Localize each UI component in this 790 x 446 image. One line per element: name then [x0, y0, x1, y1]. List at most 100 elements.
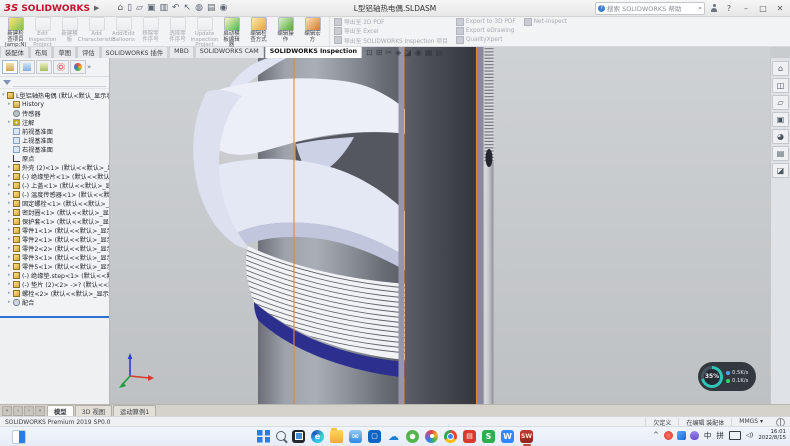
dimxpert-manager-tab[interactable] [53, 60, 69, 74]
sheet-nav-arrow-icon[interactable]: ‹ [13, 406, 23, 416]
tree-item[interactable]: ▸ 保护套<1> (默认<<默认>_显示状 [0, 217, 109, 226]
forum-icon[interactable]: ◪ [772, 163, 789, 178]
appearances-scenes-icon[interactable]: ◕ [772, 129, 789, 144]
view-palette-icon[interactable]: ▣ [772, 112, 789, 127]
touch-keyboard-icon[interactable] [729, 431, 741, 440]
tree-item[interactable]: ▸ 零件2<2> (默认<<默认>_显示状 [0, 244, 109, 253]
file-explorer-button[interactable] [330, 430, 343, 443]
tree-item[interactable]: ▸ 零件3<1> (默认<<默认>_显示状态 [0, 253, 109, 262]
tree-item[interactable]: ▸ (-) 温度传感器<1> (默认<<默认>_ [0, 190, 109, 199]
ribbon-button[interactable]: Add/Edit Balloons [110, 16, 137, 46]
ribbon-button[interactable]: 编辑检 查方式 [245, 16, 272, 46]
tray-blue-icon[interactable] [677, 431, 686, 440]
minimize-button[interactable]: – [740, 4, 752, 13]
export-menu-item[interactable]: Export to 3D PDF [456, 17, 524, 26]
onedrive-button[interactable]: ☁ [387, 430, 400, 443]
command-tab[interactable]: SOLIDWORKS 插件 [101, 46, 168, 58]
tree-item[interactable]: ▸ 固定螺栓<1> (默认<<默认>_显示 [0, 199, 109, 208]
apply-scene-icon[interactable]: ▦ [425, 48, 433, 57]
edge-button[interactable]: e [311, 430, 324, 443]
command-tab[interactable]: 评估 [77, 46, 100, 58]
design-library-icon[interactable]: ◫ [772, 78, 789, 93]
tree-item[interactable]: ▸ 零件2<1> (默认<<默认>_显示状 [0, 235, 109, 244]
options-gear-icon[interactable]: ◉ [219, 3, 227, 13]
app-green-button[interactable] [406, 430, 419, 443]
start-button[interactable] [257, 430, 270, 443]
home-icon[interactable]: ⌂ [772, 61, 789, 76]
search-input[interactable]: ? 搜索 SOLIDWORKS 帮助 ⌕ [595, 2, 705, 15]
chrome-button[interactable] [444, 430, 457, 443]
help-button[interactable]: ? [723, 4, 735, 13]
ime-mode-indicator[interactable]: 拼 [716, 430, 724, 441]
tray-chevron-icon[interactable]: ^ [653, 431, 659, 439]
command-tab[interactable]: 草图 [53, 46, 76, 58]
sheet-nav-arrow-icon[interactable]: » [35, 406, 45, 416]
ribbon-button[interactable]: 新建检 查项目 (amp;N) [2, 16, 29, 46]
home-icon[interactable]: ⌂ [117, 3, 123, 13]
ribbon-button[interactable]: Update Inspection Project [191, 16, 218, 46]
tree-item[interactable]: ▾ L型铝轴热电偶 (默认<默认_显示状态-1 [0, 91, 109, 100]
file-explorer-icon[interactable]: ▱ [772, 95, 789, 110]
tree-item[interactable]: ▸ (-) 垫片 (2)<2> ->? (默认<<默认> [0, 280, 109, 289]
graphics-viewport[interactable]: ⊡⊞✂◈◪◉▦▤ 35% 0.5K/s 0.1K/s [110, 46, 770, 404]
performance-float-widget[interactable]: 35% 0.5K/s 0.1K/s [698, 362, 756, 391]
tree-item[interactable]: ▸ (-) 绝缘垫.step<1> (默认<<默认> [0, 271, 109, 280]
user-account-icon[interactable] [710, 4, 718, 12]
export-menu-item[interactable]: Export eDrawing [456, 26, 524, 35]
filter-funnel-icon[interactable] [3, 80, 11, 85]
sheet-nav-arrow-icon[interactable]: « [2, 406, 12, 416]
rebuild-icon[interactable]: ◍ [195, 3, 203, 13]
ribbon-button[interactable]: 移除零 件序号 [137, 16, 164, 46]
section-view-icon[interactable]: ✂ [385, 48, 392, 57]
ribbon-button[interactable]: 编辑操 作 [272, 16, 299, 46]
export-menu-item[interactable]: 导出至 Excel [334, 26, 456, 35]
view-orientation-icon[interactable]: ◈ [395, 48, 401, 57]
tree-item[interactable]: 前视基准面 [0, 127, 109, 136]
tree-item[interactable]: 上视基准面 [0, 136, 109, 145]
tree-item[interactable]: 传感器 [0, 109, 109, 118]
view-settings-icon[interactable]: ▤ [435, 48, 443, 57]
file-properties-icon[interactable]: ▤ [207, 3, 216, 13]
export-menu-item[interactable]: 导出至 SOLIDWORKS Inspection 项目 [334, 36, 456, 45]
export-menu-item[interactable]: 导出至 2D PDF [334, 17, 456, 26]
zoom-fit-icon[interactable]: ⊡ [366, 48, 373, 57]
model-canvas[interactable] [110, 46, 770, 404]
volume-icon[interactable]: ◁) [746, 431, 754, 439]
display-manager-tab[interactable] [70, 60, 86, 74]
red-book-button[interactable]: ▤ [463, 430, 476, 443]
tree-item[interactable]: ▸ (-) 上盖<1> (默认<<默认>_显示状 [0, 181, 109, 190]
custom-properties-icon[interactable]: ▤ [772, 146, 789, 161]
sheet-nav-arrow-icon[interactable]: › [24, 406, 34, 416]
command-tab[interactable]: SOLIDWORKS Inspection [265, 46, 362, 58]
export-menu-item[interactable]: Net-Inspect [524, 17, 575, 26]
ribbon-button[interactable]: Add Characteristic [83, 16, 110, 46]
s-green-button[interactable]: S [482, 430, 495, 443]
tree-item[interactable]: ▸ 螺栓<2> (默认<<默认>_显示状态 [0, 289, 109, 298]
wps-button[interactable]: W [501, 430, 514, 443]
maximize-button[interactable]: □ [757, 4, 769, 13]
tree-item[interactable]: ▸ 注解 [0, 118, 109, 127]
widgets-icon[interactable] [12, 430, 26, 444]
new-file-icon[interactable]: ▯ [127, 3, 132, 13]
tree-item[interactable]: ▸ 零件5<1> (默认<<默认>_显示状态 [0, 262, 109, 271]
select-cursor-icon[interactable]: ↖ [184, 3, 192, 13]
ribbon-button[interactable]: Edit Inspection Project [29, 16, 56, 46]
tree-item[interactable]: 原点 [0, 154, 109, 163]
configuration-manager-tab[interactable] [36, 60, 52, 74]
task-view-button[interactable] [292, 430, 305, 443]
filter-input[interactable] [13, 79, 106, 87]
display-style-icon[interactable]: ◪ [404, 48, 412, 57]
ribbon-button[interactable]: 启动模 板编辑 器 [218, 16, 245, 46]
tree-item[interactable]: ▸ 配合 [0, 298, 109, 307]
ribbon-button[interactable]: 编辑宏 方 [299, 16, 326, 46]
zoom-area-icon[interactable]: ⊞ [376, 48, 383, 57]
property-manager-tab[interactable] [19, 60, 35, 74]
store-button[interactable]: ▢ [368, 430, 381, 443]
tree-item[interactable]: ▸ History [0, 100, 109, 109]
tray-purple-icon[interactable] [690, 431, 699, 440]
search-button[interactable] [276, 431, 286, 441]
search-icon[interactable]: ⌕ [698, 4, 702, 13]
undo-icon[interactable]: ↶ [172, 3, 180, 13]
model-right-cylinder[interactable] [399, 46, 494, 404]
save-icon[interactable]: ▣ [147, 3, 156, 13]
